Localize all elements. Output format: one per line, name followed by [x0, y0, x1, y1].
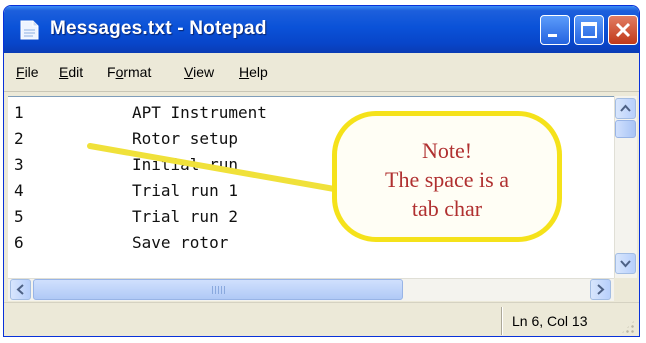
resize-grip[interactable]: [620, 319, 636, 335]
chevron-down-icon: [620, 260, 631, 268]
notepad-window: Messages.txt - Notepad File Edit Format …: [3, 5, 640, 337]
menu-format[interactable]: Format: [107, 64, 151, 80]
menu-help[interactable]: Help: [239, 64, 268, 80]
window-title: Messages.txt - Notepad: [50, 18, 267, 39]
scroll-down-button[interactable]: [615, 253, 636, 274]
horizontal-scrollbar[interactable]: [8, 278, 614, 301]
scroll-left-button[interactable]: [10, 279, 31, 300]
vertical-scrollbar[interactable]: [614, 96, 637, 278]
menu-view[interactable]: View: [184, 64, 214, 80]
scroll-grip: [212, 286, 226, 294]
menu-file[interactable]: File: [16, 64, 39, 80]
vertical-scroll-thumb[interactable]: [615, 120, 636, 138]
close-icon: [615, 22, 631, 38]
status-bar: Ln 6, Col 13: [4, 302, 639, 336]
minimize-icon: [548, 34, 557, 37]
maximize-button[interactable]: [574, 15, 604, 45]
close-button[interactable]: [608, 15, 638, 45]
maximize-icon: [581, 22, 597, 38]
notepad-icon: [20, 20, 39, 40]
scroll-up-button[interactable]: [615, 98, 636, 119]
chevron-left-icon: [16, 284, 24, 295]
minimize-button[interactable]: [540, 15, 570, 45]
chevron-up-icon: [620, 104, 631, 112]
title-bar[interactable]: Messages.txt - Notepad: [4, 6, 639, 53]
menu-bar: File Edit Format View Help: [4, 53, 639, 92]
scroll-right-button[interactable]: [590, 279, 611, 300]
chevron-right-icon: [597, 284, 605, 295]
status-separator: [501, 307, 502, 335]
horizontal-scroll-thumb[interactable]: [33, 279, 403, 300]
text-edit-area[interactable]: 1 APT Instrument 2 Rotor setup 3 Initial ru…: [8, 96, 614, 279]
scrollbar-corner: [614, 278, 636, 300]
menu-edit[interactable]: Edit: [59, 64, 83, 80]
cursor-position: Ln 6, Col 13: [512, 313, 588, 329]
